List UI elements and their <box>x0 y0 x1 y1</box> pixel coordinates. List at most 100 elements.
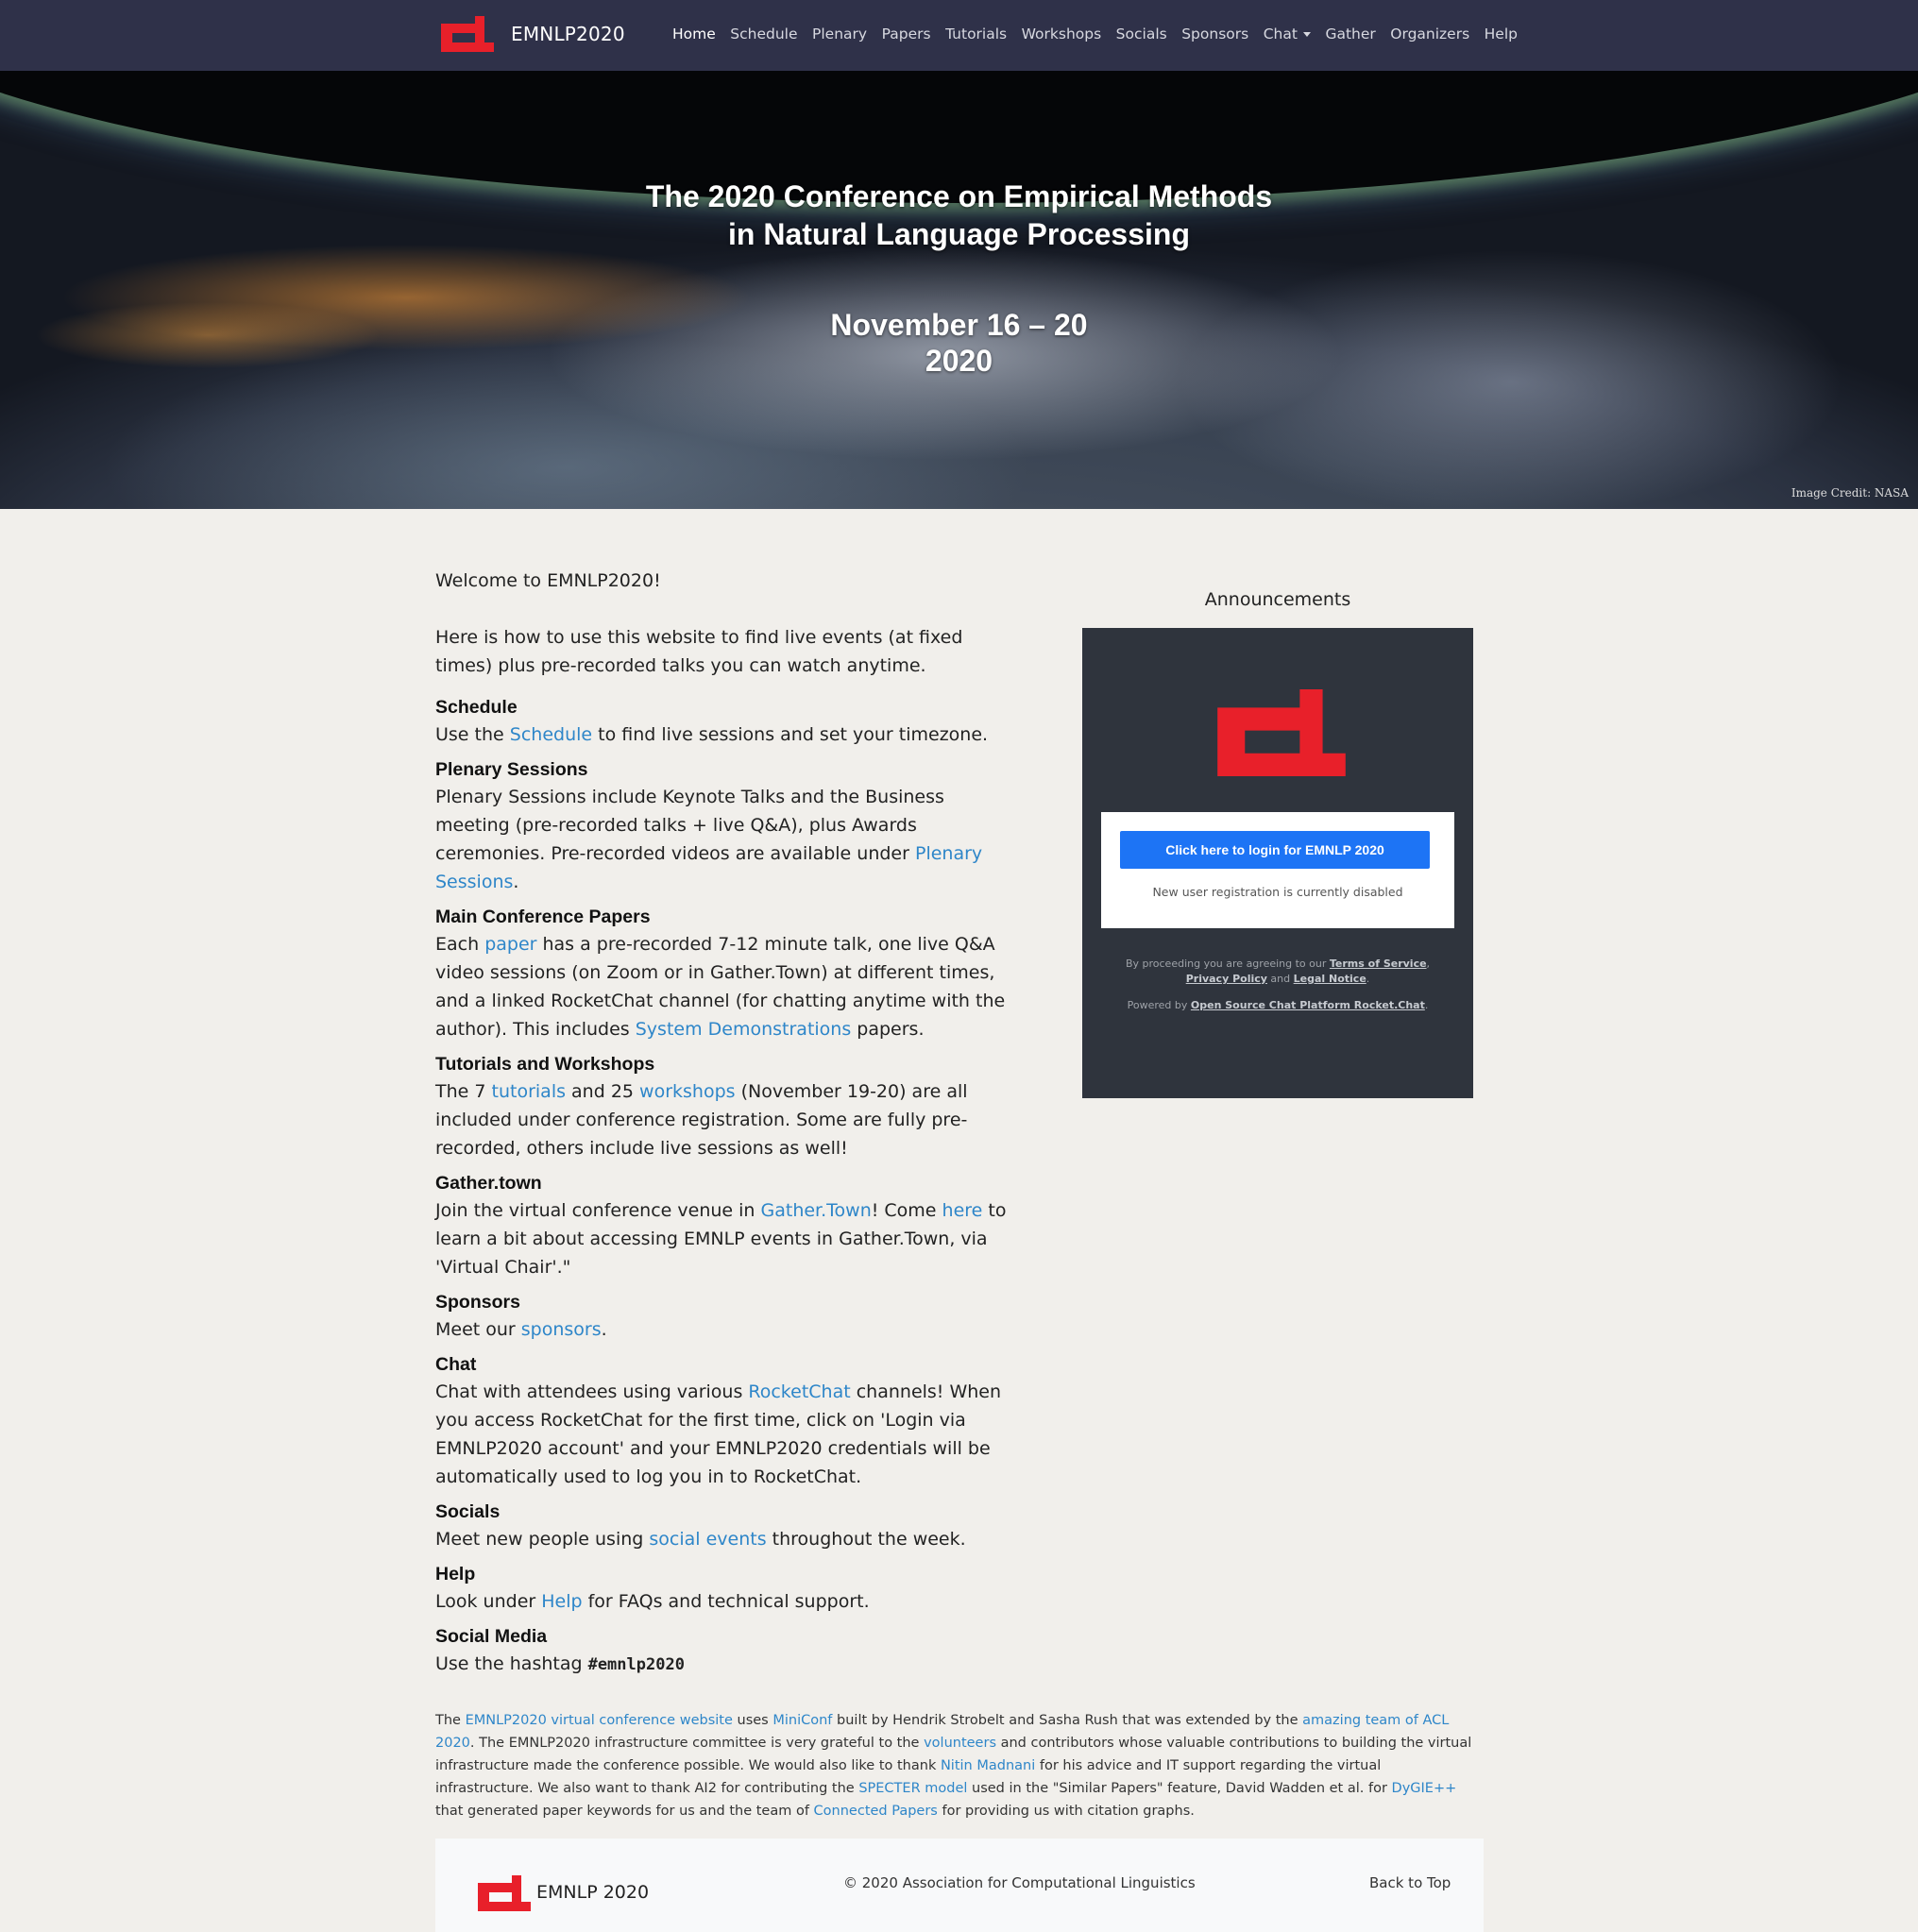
back-to-top-link[interactable]: Back to Top <box>1369 1874 1451 1891</box>
text: The <box>435 1713 466 1728</box>
social-events-link[interactable]: social events <box>649 1529 766 1550</box>
nav-sponsors[interactable]: Sponsors <box>1181 23 1248 45</box>
text: Meet our <box>435 1319 521 1340</box>
legal-notice-link[interactable]: Legal Notice <box>1294 973 1366 985</box>
gather-town-link[interactable]: Gather.Town <box>761 1200 872 1221</box>
workshops-link[interactable]: workshops <box>639 1081 736 1102</box>
text: Plenary Sessions include Keynote Talks a… <box>435 787 944 864</box>
text: The 7 <box>435 1081 492 1102</box>
text: that generated paper keywords for us and… <box>435 1804 814 1819</box>
registration-note: New user registration is currently disab… <box>1152 885 1403 899</box>
paper-link[interactable]: paper <box>484 934 536 955</box>
section-title: Help <box>435 1564 476 1585</box>
section-body: Look under Help for FAQs and technical s… <box>435 1587 1011 1616</box>
hero-date-line1: November 16 – 20 <box>830 308 1088 342</box>
text: and <box>1266 973 1294 985</box>
nav-workshops[interactable]: Workshops <box>1022 23 1102 45</box>
connected-papers-link[interactable]: Connected Papers <box>814 1804 938 1819</box>
nav-organizers[interactable]: Organizers <box>1390 23 1469 45</box>
text: Use the <box>435 724 510 745</box>
footer-brand: EMNLP 2020 <box>536 1882 650 1903</box>
text: , <box>1426 958 1431 970</box>
section-body: Each paper has a pre-recorded 7-12 minut… <box>435 930 1011 1043</box>
text: Powered by <box>1127 999 1191 1011</box>
nav-tutorials[interactable]: Tutorials <box>945 23 1007 45</box>
text: to find live sessions and set your timez… <box>592 724 989 745</box>
text: . <box>601 1319 607 1340</box>
section-title: Sponsors <box>435 1292 520 1313</box>
section-body: Meet new people using social events thro… <box>435 1525 1011 1553</box>
schedule-link[interactable]: Schedule <box>510 724 592 745</box>
section-chat: Chat Chat with attendees using various R… <box>435 1351 1011 1491</box>
section-plenary: Plenary Sessions Plenary Sessions includ… <box>435 756 1011 896</box>
hashtag: #emnlp2020 <box>587 1655 685 1674</box>
section-tutorials: Tutorials and Workshops The 7 tutorials … <box>435 1051 1011 1162</box>
footer: EMNLP 2020 © 2020 Association for Comput… <box>435 1839 1484 1932</box>
nav-socials[interactable]: Socials <box>1116 23 1167 45</box>
nav-chat-dropdown[interactable]: Chat <box>1264 23 1311 45</box>
privacy-policy-link[interactable]: Privacy Policy <box>1186 973 1267 985</box>
brand-name: EMNLP2020 <box>511 23 625 45</box>
section-socials: Socials Meet new people using social eve… <box>435 1499 1011 1553</box>
text: papers. <box>851 1019 925 1040</box>
terms-of-service-link[interactable]: Terms of Service <box>1330 958 1427 970</box>
hero-title-line1: The 2020 Conference on Empirical Methods <box>645 179 1273 213</box>
chevron-down-icon <box>1302 32 1311 37</box>
rocketchat-link[interactable]: RocketChat <box>748 1381 850 1402</box>
system-demonstrations-link[interactable]: System Demonstrations <box>636 1019 851 1040</box>
volunteers-link[interactable]: volunteers <box>924 1736 996 1751</box>
section-title: Schedule <box>435 697 518 718</box>
hero-title-line2: in Natural Language Processing <box>728 217 1190 251</box>
hero-date: November 16 – 20 2020 <box>0 307 1918 379</box>
nav-gather[interactable]: Gather <box>1325 23 1375 45</box>
section-body: The 7 tutorials and 25 workshops (Novemb… <box>435 1077 1011 1162</box>
sponsors-link[interactable]: sponsors <box>521 1319 602 1340</box>
section-body: Plenary Sessions include Keynote Talks a… <box>435 783 1011 896</box>
nav-plenary[interactable]: Plenary <box>812 23 867 45</box>
section-body: Meet our sponsors. <box>435 1315 1011 1344</box>
text: Join the virtual conference venue in <box>435 1200 761 1221</box>
hero-banner: The 2020 Conference on Empirical Methods… <box>0 71 1918 509</box>
website-link[interactable]: EMNLP2020 virtual conference website <box>466 1713 733 1728</box>
nav-help[interactable]: Help <box>1485 23 1518 45</box>
section-title: Social Media <box>435 1626 548 1647</box>
hero-date-line2: 2020 <box>925 344 993 378</box>
section-title: Socials <box>435 1501 501 1522</box>
nav-home[interactable]: Home <box>672 23 716 45</box>
text: throughout the week. <box>766 1529 966 1550</box>
rocketchat-login-panel: Click here to login for EMNLP 2020 New u… <box>1082 628 1473 1098</box>
text: . <box>1424 999 1429 1011</box>
welcome-text: Welcome to EMNLP2020! <box>435 570 661 591</box>
section-body: Use the hashtag #emnlp2020 <box>435 1650 1011 1679</box>
text: . <box>513 872 519 892</box>
section-help: Help Look under Help for FAQs and techni… <box>435 1561 1011 1616</box>
text: ! Come <box>871 1200 942 1221</box>
nav-papers[interactable]: Papers <box>882 23 931 45</box>
text: for FAQs and technical support. <box>582 1591 870 1612</box>
rocketchat-platform-link[interactable]: Open Source Chat Platform Rocket.Chat <box>1191 999 1425 1011</box>
main-content: Welcome to EMNLP2020! Here is how to use… <box>435 567 1011 1686</box>
login-button[interactable]: Click here to login for EMNLP 2020 <box>1120 831 1430 869</box>
nav-menu: Home Schedule Plenary Papers Tutorials W… <box>672 23 1533 45</box>
announcements-title: Announcements <box>1204 589 1351 610</box>
brand[interactable]: EMNLP2020 <box>441 16 625 52</box>
emnlp-logo-icon <box>478 1875 531 1911</box>
section-schedule: Schedule Use the Schedule to find live s… <box>435 694 1011 749</box>
gather-here-link[interactable]: here <box>942 1200 983 1221</box>
intro-text: Here is how to use this website to find … <box>435 627 963 676</box>
section-papers: Main Conference Papers Each paper has a … <box>435 904 1011 1043</box>
text: Each <box>435 934 485 955</box>
nitin-madnani-link[interactable]: Nitin Madnani <box>941 1758 1035 1773</box>
text: Look under <box>435 1591 542 1612</box>
miniconf-link[interactable]: MiniConf <box>772 1713 832 1728</box>
section-body: Join the virtual conference venue in Gat… <box>435 1196 1011 1281</box>
emnlp-logo-icon <box>441 16 494 52</box>
hero-title: The 2020 Conference on Empirical Methods… <box>0 178 1918 253</box>
specter-link[interactable]: SPECTER model <box>858 1781 967 1796</box>
nav-schedule[interactable]: Schedule <box>730 23 797 45</box>
login-card: Click here to login for EMNLP 2020 New u… <box>1101 812 1454 928</box>
help-link[interactable]: Help <box>541 1591 582 1612</box>
tutorials-link[interactable]: tutorials <box>492 1081 566 1102</box>
dygie-link[interactable]: DyGIE++ <box>1392 1781 1457 1796</box>
text: and 25 <box>566 1081 640 1102</box>
